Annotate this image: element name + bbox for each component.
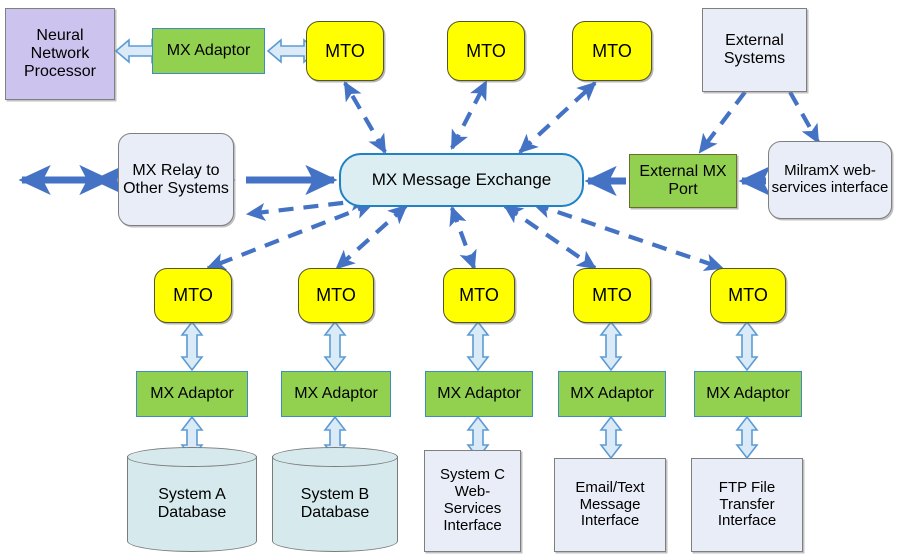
node-label: MTO <box>728 285 768 306</box>
node-label: MTO <box>592 40 632 61</box>
node-mx-adaptor-5[interactable]: MX Adaptor <box>694 371 802 417</box>
node-label: Neural Network Processor <box>23 27 97 80</box>
node-mx-relay[interactable]: MX Relay to Other Systems <box>118 133 234 226</box>
node-label: MX Adaptor <box>437 385 521 403</box>
node-label: MX Message Exchange <box>371 170 552 190</box>
node-label: MX Adaptor <box>150 385 234 403</box>
node-label: MX Adaptor <box>294 385 378 403</box>
node-mto-top-2[interactable]: MTO <box>447 21 525 81</box>
diagram-canvas: Neural Network Processor MX Adaptor MTO … <box>0 0 900 560</box>
node-label: MTO <box>592 285 632 306</box>
node-label: MilramX web-services interface <box>771 162 889 196</box>
node-label: MX Adaptor <box>706 385 790 403</box>
node-mto-bottom-1[interactable]: MTO <box>154 268 232 323</box>
node-mx-adaptor-3[interactable]: MX Adaptor <box>425 371 533 417</box>
node-label: External MX Port <box>639 163 727 198</box>
node-mx-adaptor-2[interactable]: MX Adaptor <box>281 371 391 417</box>
node-mto-top-3[interactable]: MTO <box>572 21 652 81</box>
node-neural-network-processor[interactable]: Neural Network Processor <box>5 8 115 100</box>
node-email-text-message[interactable]: Email/Text Message Interface <box>554 458 666 552</box>
node-mto-bottom-4[interactable]: MTO <box>573 268 651 323</box>
node-label: System A Database <box>157 485 227 521</box>
node-system-c-web-services[interactable]: System C Web-Services Interface <box>424 450 521 552</box>
node-milramx-web-services[interactable]: MilramX web-services interface <box>768 141 892 219</box>
node-label: FTP File Transfer Interface <box>717 478 777 530</box>
node-system-b-database[interactable]: System B Database <box>272 447 398 552</box>
node-external-systems[interactable]: External Systems <box>702 8 807 92</box>
node-mto-bottom-5[interactable]: MTO <box>710 268 786 323</box>
node-external-mx-port[interactable]: External MX Port <box>629 154 737 208</box>
node-system-a-database[interactable]: System A Database <box>127 447 257 552</box>
node-label: External Systems <box>723 32 786 67</box>
node-mx-adaptor-1[interactable]: MX Adaptor <box>136 371 248 417</box>
node-mto-bottom-3[interactable]: MTO <box>443 268 515 323</box>
node-label: MX Adaptor <box>166 42 251 60</box>
node-mto-bottom-2[interactable]: MTO <box>298 268 374 323</box>
node-label: MTO <box>173 285 213 306</box>
node-label: MTO <box>466 40 506 61</box>
node-label: MTO <box>316 285 356 306</box>
node-label: System C Web-Services Interface <box>439 466 505 534</box>
node-ftp-file-transfer[interactable]: FTP File Transfer Interface <box>691 458 803 552</box>
node-label: Email/Text Message Interface <box>575 478 645 530</box>
node-mto-top-1[interactable]: MTO <box>306 21 384 81</box>
node-label: MTO <box>459 285 499 306</box>
node-label: System B Database <box>300 485 370 521</box>
node-mx-message-exchange[interactable]: MX Message Exchange <box>339 153 584 207</box>
node-label: MTO <box>325 40 365 61</box>
node-label: MX Adaptor <box>570 385 654 403</box>
node-mx-adaptor-4[interactable]: MX Adaptor <box>558 371 666 417</box>
node-mx-adaptor-top[interactable]: MX Adaptor <box>152 28 265 74</box>
node-label: MX Relay to Other Systems <box>123 161 229 197</box>
